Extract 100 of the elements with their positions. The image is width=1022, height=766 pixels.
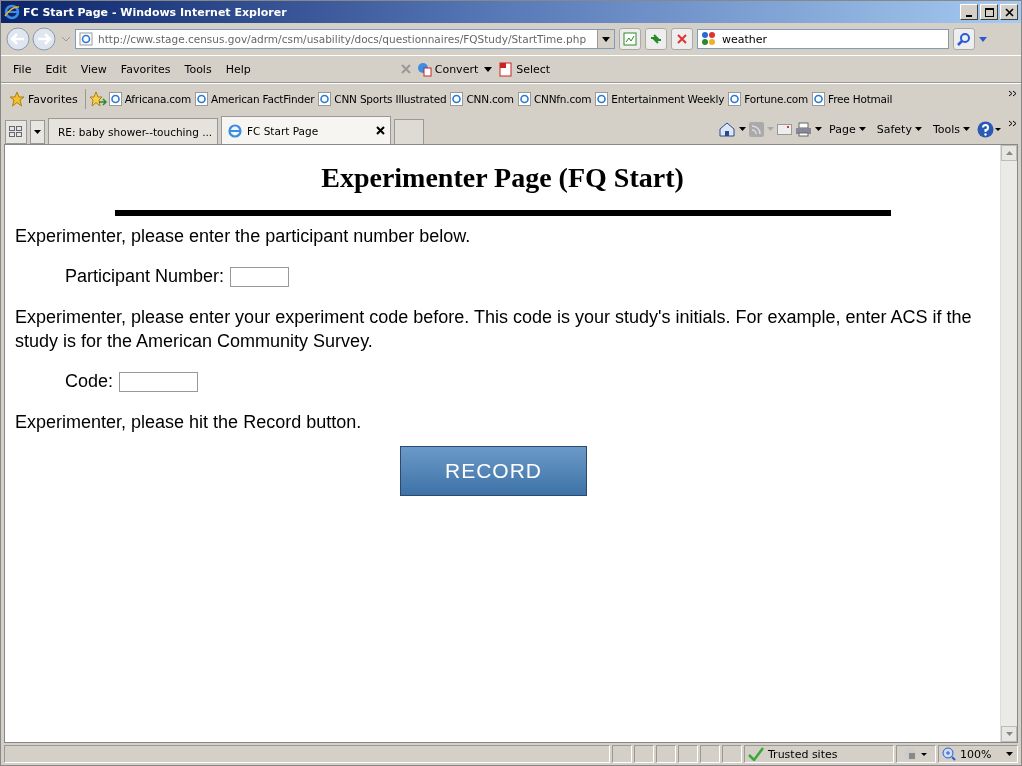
close-icon[interactable] xyxy=(376,126,385,135)
instruction-text: Experimenter, please enter your experiment code before. This code is your study's initials. For example, enter ACS if the study is for the American Community Survey. xyxy=(15,306,973,353)
menu-item[interactable]: Help xyxy=(219,60,257,78)
search-provider-icon xyxy=(701,31,717,47)
up-arrow-icon xyxy=(1005,151,1013,155)
status-pane xyxy=(678,745,698,763)
dropdown-arrow-icon xyxy=(914,127,922,131)
command-menu[interactable]: Page xyxy=(825,122,870,136)
command-menu[interactable]: Tools xyxy=(928,122,974,136)
search-icon xyxy=(957,32,971,46)
window-title: FC Start Page - Windows Internet Explorer xyxy=(23,5,288,19)
compatibility-button[interactable] xyxy=(619,28,641,50)
dropdown-arrow-icon[interactable] xyxy=(739,127,747,131)
address-field[interactable]: http://cww.stage.census.gov/adrm/csm/usability/docs/questionnaires/FQStudy/StartTime.php xyxy=(75,29,615,49)
search-button[interactable] xyxy=(953,28,975,50)
zoom-icon xyxy=(942,747,956,761)
command-menu[interactable]: Safety xyxy=(872,122,926,136)
page-icon xyxy=(450,92,464,106)
favorites-button[interactable]: Favorites xyxy=(5,89,82,109)
close-icon xyxy=(676,33,688,45)
document-icon xyxy=(498,61,514,77)
browser-tab[interactable]: FC Start Page xyxy=(221,116,391,144)
favorite-link[interactable]: American FactFinder xyxy=(193,90,317,108)
convert-button[interactable]: Convert xyxy=(412,59,483,79)
participant-number-field[interactable] xyxy=(230,266,290,287)
down-arrow-icon xyxy=(1005,732,1013,736)
browser-logo-icon xyxy=(4,4,20,20)
scroll-down-button[interactable] xyxy=(1001,726,1017,742)
checkmark-icon xyxy=(748,747,764,761)
refresh-button[interactable] xyxy=(645,28,667,50)
stop-button[interactable] xyxy=(671,28,693,50)
search-text: weather xyxy=(722,32,768,46)
record-button[interactable]: RECORD xyxy=(400,446,587,496)
menu-item[interactable]: Tools xyxy=(178,60,218,78)
chevron-icon[interactable] xyxy=(1008,90,1017,97)
page-icon xyxy=(623,32,637,46)
favorite-link[interactable]: CNNfn.com xyxy=(515,90,594,108)
search-field[interactable]: weather xyxy=(697,29,949,49)
instruction-text: Experimenter, please enter the participant number below. xyxy=(15,225,472,248)
page-icon xyxy=(517,92,531,106)
close-icon xyxy=(1004,7,1014,17)
status-pane xyxy=(656,745,676,763)
new-tab-button[interactable] xyxy=(394,119,424,144)
security-zone: Trusted sites xyxy=(744,745,894,763)
dropdown-arrow-icon[interactable] xyxy=(815,127,823,131)
vertical-scrollbar[interactable] xyxy=(1000,145,1017,742)
help-icon[interactable] xyxy=(977,120,1001,138)
url-text: http://cww.stage.census.gov/adrm/csm/usability/docs/questionnaires/FQStudy/StartTime.php xyxy=(98,33,588,45)
page-heading: Experimenter Page (FQ Start) xyxy=(320,162,685,194)
menu-item[interactable]: View xyxy=(74,60,113,78)
chevron-icon[interactable] xyxy=(1008,120,1017,127)
maximize-button[interactable] xyxy=(980,4,998,20)
status-pane xyxy=(700,745,720,763)
status-pane xyxy=(634,745,654,763)
page-icon xyxy=(595,92,609,106)
refresh-icon xyxy=(649,32,663,46)
dropdown-arrow-icon[interactable] xyxy=(484,66,493,72)
favorite-link[interactable]: Entertainment Weekly xyxy=(593,90,727,108)
favorite-link[interactable]: CNN.com xyxy=(448,90,516,108)
status-pane xyxy=(722,745,742,763)
page-icon xyxy=(195,92,209,106)
dropdown-arrow-icon xyxy=(858,127,866,131)
close-button[interactable] xyxy=(1000,4,1018,20)
globe-lock-icon xyxy=(903,747,929,761)
status-pane xyxy=(612,745,632,763)
menu-item[interactable]: File xyxy=(7,60,38,78)
minimize-button[interactable] xyxy=(960,4,978,20)
menu-item[interactable]: Edit xyxy=(39,60,73,78)
menu-item[interactable]: Favorites xyxy=(114,60,177,78)
favorite-link[interactable]: Fortune.com xyxy=(726,90,811,108)
address-dropdown-button[interactable] xyxy=(597,30,614,48)
favorite-link[interactable]: CNN Sports Illustrated xyxy=(316,90,449,108)
browser-logo-icon xyxy=(227,122,243,139)
favorite-link[interactable]: Africana.com xyxy=(106,90,194,108)
dropdown-arrow-icon xyxy=(963,127,970,131)
favorite-link[interactable]: Free Hotmail xyxy=(810,90,895,108)
select-button[interactable]: Select xyxy=(494,59,555,79)
zoom-button[interactable]: 100% xyxy=(938,745,1018,763)
dropdown-arrow-icon xyxy=(602,36,610,42)
home-icon[interactable] xyxy=(718,121,737,137)
printer-icon[interactable] xyxy=(795,121,813,137)
tab-list-button[interactable] xyxy=(30,120,45,144)
dropdown-arrow-icon xyxy=(1006,752,1013,756)
page-icon xyxy=(728,92,742,106)
quick-tabs-button[interactable] xyxy=(5,120,27,144)
envelope-icon[interactable] xyxy=(777,123,793,135)
back-forward-buttons-icon[interactable] xyxy=(5,26,57,52)
protected-mode-button[interactable] xyxy=(896,745,936,763)
browser-tab[interactable]: RE: baby shower--touching ... xyxy=(48,118,218,144)
maximize-icon xyxy=(984,7,994,17)
code-field[interactable] xyxy=(119,371,199,392)
page-icon xyxy=(108,92,122,106)
star-icon xyxy=(9,91,25,107)
scroll-up-button[interactable] xyxy=(1001,145,1017,161)
field-label: Participant Number: xyxy=(65,266,225,287)
grid-icon xyxy=(9,126,23,138)
page-icon xyxy=(79,32,93,46)
page-icon xyxy=(812,92,826,106)
globe-document-icon xyxy=(416,61,432,77)
add-favorite-icon[interactable] xyxy=(88,91,107,107)
